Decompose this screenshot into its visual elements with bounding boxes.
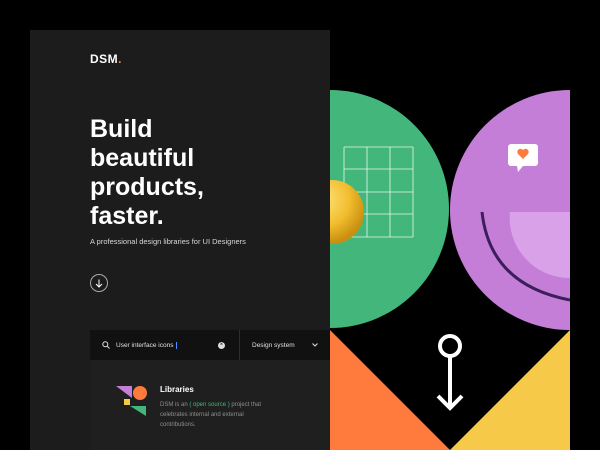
logo-dot: . bbox=[118, 52, 123, 66]
search-field[interactable]: User interface icons × bbox=[90, 330, 240, 360]
page-frame: DSM. Build beautiful products, faster. A… bbox=[30, 30, 570, 450]
search-icon bbox=[102, 341, 110, 349]
select-value: Design system bbox=[252, 341, 295, 349]
design-system-select[interactable]: Design system bbox=[240, 330, 330, 360]
text-caret bbox=[176, 341, 178, 349]
libraries-logo-icon bbox=[116, 386, 147, 416]
logo[interactable]: DSM. bbox=[90, 52, 122, 66]
hero-title-line: Build bbox=[90, 115, 153, 143]
libraries-description: DSM is an ( open source ) project that c… bbox=[160, 400, 270, 430]
logo-text: DSM bbox=[90, 52, 119, 66]
search-input-value: User interface icons bbox=[116, 341, 174, 349]
hero-title-line: products, bbox=[90, 173, 204, 201]
hero-illustration bbox=[330, 30, 570, 450]
libraries-desc-text: DSM is an bbox=[160, 402, 190, 408]
hero-subtitle: A professional design libraries for UI D… bbox=[90, 237, 246, 246]
hero-title-line: beautiful bbox=[90, 144, 195, 172]
open-source-link[interactable]: ( open source ) bbox=[189, 402, 229, 408]
clear-icon[interactable]: × bbox=[218, 341, 225, 349]
chevron-down-icon bbox=[312, 343, 318, 347]
hero-title-line: faster. bbox=[90, 202, 164, 230]
scroll-down-button[interactable] bbox=[90, 274, 108, 292]
search-bar: User interface icons × Design system bbox=[90, 330, 330, 360]
hero-title: Build beautiful products, faster. bbox=[90, 115, 290, 231]
arrow-down-icon bbox=[95, 279, 103, 288]
libraries-title: Libraries bbox=[160, 385, 194, 394]
libraries-card[interactable]: Libraries DSM is an ( open source ) proj… bbox=[90, 360, 330, 450]
